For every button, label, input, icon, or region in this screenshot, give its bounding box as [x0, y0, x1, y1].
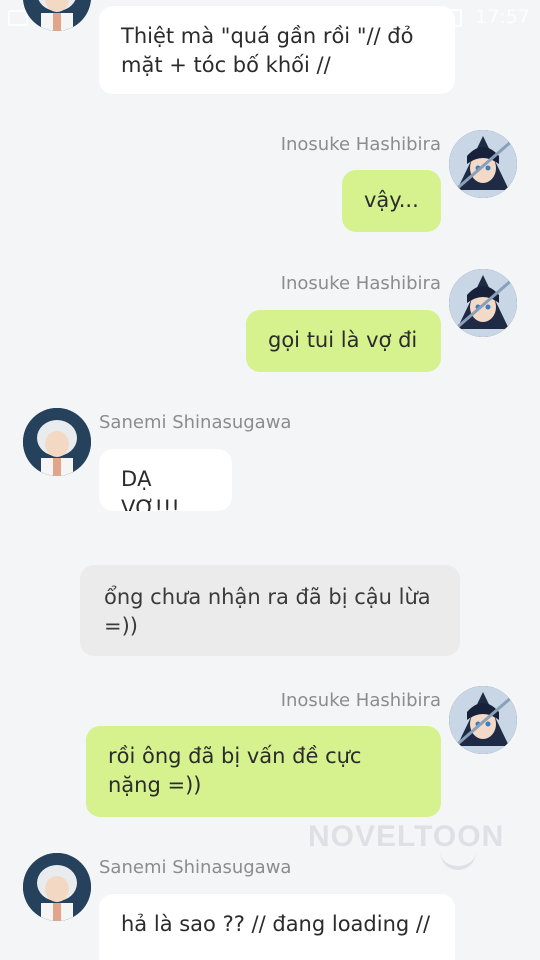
status-time: 17:57 — [475, 6, 530, 28]
message-bubble: hả là sao ?? // đang loading // — [99, 894, 455, 960]
inosuke-avatar[interactable] — [449, 686, 517, 754]
sanemi-avatar[interactable] — [23, 408, 91, 476]
inosuke-avatar[interactable] — [449, 130, 517, 198]
inosuke-avatar[interactable] — [449, 269, 517, 337]
sender-name: Sanemi Shinasugawa — [99, 412, 292, 433]
message-bubble: Thiệt mà "quá gần rồi "// đỏ mặt + tóc b… — [99, 6, 455, 94]
sanemi-avatar[interactable] — [23, 853, 91, 921]
sender-name: Inosuke Hashibira — [280, 273, 441, 294]
sanemi-avatar[interactable] — [23, 0, 91, 31]
message-bubble: DẠ VỢ!!! — [99, 449, 232, 511]
message-bubble: vậy... — [342, 170, 441, 232]
notification-icon — [8, 10, 28, 26]
message-bubble: rồi ông đã bị vấn đề cực nặng =)) — [86, 726, 441, 817]
sender-name: Inosuke Hashibira — [280, 690, 441, 711]
sender-name: Inosuke Hashibira — [280, 134, 441, 155]
message-bubble: gọi tui là vợ đi — [246, 310, 441, 372]
narration-bubble: ổng chưa nhận ra đã bị cậu lừa =)) — [80, 565, 460, 656]
sender-name: Sanemi Shinasugawa — [99, 857, 292, 878]
watermark: NOVELTOON — [308, 820, 505, 853]
watermark-smile-icon — [440, 852, 476, 870]
